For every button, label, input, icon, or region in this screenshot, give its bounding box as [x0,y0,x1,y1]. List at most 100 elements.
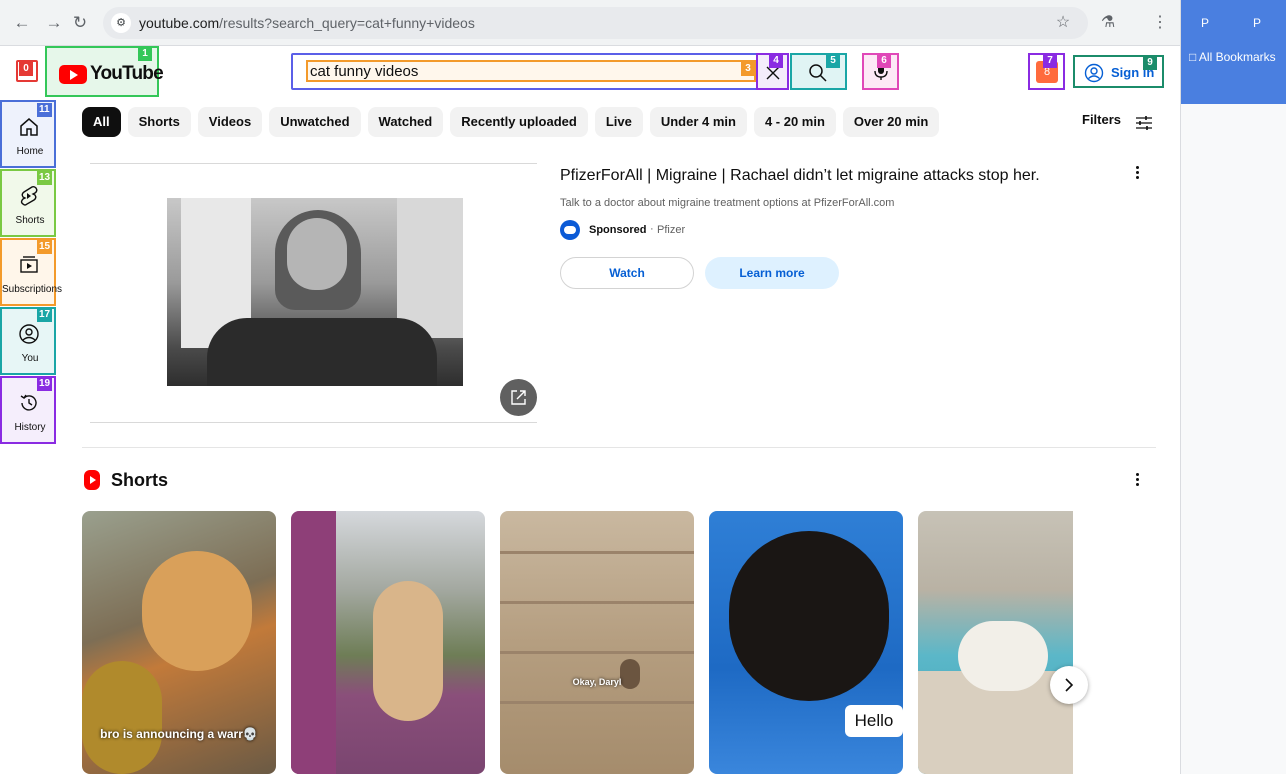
profile-p-label[interactable]: P [1201,16,1209,30]
index-badge: 3 [741,62,755,76]
address-bar[interactable]: ⚙ youtube.com/results?search_query=cat+f… [103,7,1088,39]
filters-label: Filters [1082,112,1122,127]
chip-watched[interactable]: Watched [367,107,444,137]
short-thumbnail[interactable] [291,511,485,774]
ad-divider [90,422,537,423]
chip-recently-uploaded[interactable]: Recently uploaded [450,107,588,137]
history-icon [20,394,37,411]
site-info-icon[interactable]: ⚙ [111,13,131,33]
shorts-shelf-title: Shorts [111,470,169,490]
back-arrow-icon[interactable]: ← [12,13,32,33]
search-icon [809,64,827,82]
kebab-dot [1136,478,1139,481]
index-badge: 9 [1143,56,1157,70]
learn-more-button[interactable]: Learn more [705,257,839,289]
chip-shorts[interactable]: Shorts [127,107,191,137]
watch-button[interactable]: Watch [560,257,694,289]
forward-arrow-icon[interactable]: → [44,13,64,33]
kebab-dot [1136,166,1139,169]
carousel-next-button[interactable] [1050,666,1088,704]
short-caption: Hello [845,705,903,737]
chip-4-20-min[interactable]: 4 - 20 min [753,107,836,137]
ad-more-options-button[interactable] [1129,163,1147,183]
home-icon [20,118,38,136]
short-thumbnail[interactable]: bro is announcing a warr💀 [82,511,276,774]
guide-label: Shorts [15,215,45,226]
short-image-cat [958,621,1048,691]
chip-videos[interactable]: Videos [197,107,263,137]
short-image-cat [142,551,252,671]
short-image-step [500,701,694,704]
ad-thumbnail[interactable] [167,198,463,386]
search-input[interactable] [306,60,756,82]
ad-description: Talk to a doctor about migraine treatmen… [560,197,895,209]
guide-label: History [14,422,46,433]
ad-image-face [287,218,347,290]
index-badge: 7 [1043,54,1057,68]
short-thumbnail[interactable]: Okay, Daryl [500,511,694,774]
shorts-carousel: bro is announcing a warr💀 Okay, Daryl He… [82,511,1073,774]
chip-over-20-min[interactable]: Over 20 min [842,107,940,137]
chip-unwatched[interactable]: Unwatched [269,107,361,137]
short-thumbnail[interactable]: Hello [709,511,903,774]
all-bookmarks-link[interactable]: □ All Bookmarks [1189,50,1276,64]
short-image-cat [729,531,889,701]
open-external-button[interactable] [500,379,537,416]
account-circle-icon [1084,63,1104,83]
index-badge: 17 [37,308,53,322]
separator-dot: · [650,223,654,235]
labs-flask-icon[interactable]: ⚗ [1098,13,1118,33]
index-badge: 1 [138,47,152,61]
profile-p-label-2[interactable]: P [1253,16,1261,30]
short-image-step [500,601,694,604]
shorts-more-options-button[interactable] [1129,470,1147,490]
ad-title[interactable]: PfizerForAll | Migraine | Rachael didn’t… [560,167,1040,185]
sponsored-label: Sponsored [589,224,647,236]
kebab-dot [1136,483,1139,486]
youtube-play-icon [59,65,87,84]
ad-divider [90,163,537,164]
chip-live[interactable]: Live [594,107,643,137]
short-image-cat [373,581,443,721]
pfizer-logo[interactable] [560,220,580,240]
index-badge: 5 [826,54,840,68]
index-badge: 11 [37,103,52,117]
guide-label: You [21,353,39,364]
sliders-icon [1136,116,1152,130]
guide-label: Home [16,146,44,157]
you-icon [19,324,39,344]
url-host: youtube.com [139,15,220,31]
index-badge: 0 [19,62,33,76]
external-link-icon [511,390,526,405]
chip-under-4-min[interactable]: Under 4 min [649,107,747,137]
url-path: /results?search_query=cat+funny+videos [219,15,475,31]
reload-icon[interactable]: ↻ [70,13,90,33]
index-badge: 4 [769,54,783,68]
short-thumbnail[interactable] [918,511,1073,774]
short-caption: Okay, Daryl [572,677,622,687]
bookmark-star-icon[interactable]: ☆ [1053,13,1073,33]
short-image-post [291,511,336,774]
short-image-step [500,551,694,554]
index-badge: 15 [37,240,53,254]
logo-wordmark: YouTube [90,63,164,84]
index-badge: 6 [877,54,891,68]
chip-all[interactable]: All [82,107,121,137]
bookmarks-side-panel: P P □ All Bookmarks [1180,0,1286,774]
filters-button[interactable]: Filters [1082,112,1152,134]
shorts-logo-icon [84,470,100,490]
url-text: youtube.com/results?search_query=cat+fun… [139,15,475,31]
guide-label: Subscriptions [2,284,63,295]
chevron-right-icon [1065,678,1074,692]
mini-guide: Home Shorts Subscriptions You History [0,98,63,444]
advertiser-name: Pfizer [657,224,686,236]
short-caption: bro is announcing a warr💀 [100,727,258,741]
all-bookmarks-label: All Bookmarks [1198,50,1276,64]
filter-chip-bar: All Shorts Videos Unwatched Watched Recently … [82,107,946,137]
kebab-dot [1136,171,1139,174]
subscriptions-icon [20,256,38,273]
shorts-icon [20,185,38,206]
kebab-dot [1136,176,1139,179]
browser-menu-icon[interactable]: ⋮ [1150,13,1170,33]
index-badge: 13 [37,171,53,185]
